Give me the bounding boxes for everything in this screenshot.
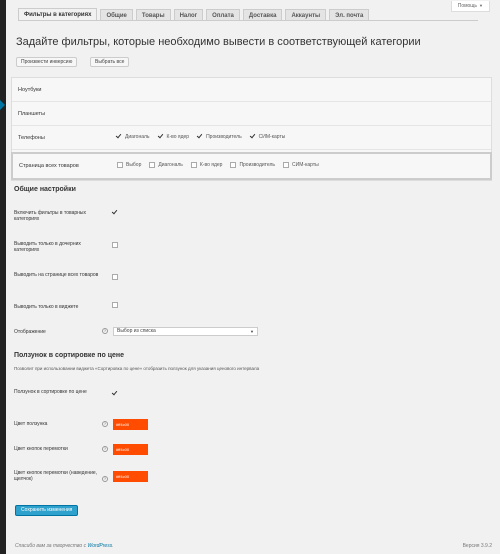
footer-suffix: . xyxy=(112,543,114,549)
footer-version: Версия 3.9.2 xyxy=(462,543,492,549)
filter-label: СИМ-карты xyxy=(292,162,319,168)
category-label: Телефоны xyxy=(18,135,45,141)
filter-option[interactable]: Производитель xyxy=(230,162,275,168)
chevron-down-icon: ▼ xyxy=(479,3,483,8)
filter-option[interactable]: СИМ-карты xyxy=(283,162,319,168)
category-row: Планшеты xyxy=(12,102,491,126)
checkbox-checked[interactable] xyxy=(158,134,164,140)
category-label: Страница всех товаров xyxy=(19,163,79,169)
wordpress-link[interactable]: WordPress xyxy=(87,543,112,549)
checkbox-unchecked[interactable] xyxy=(117,162,123,168)
checkbox-unchecked[interactable] xyxy=(230,162,237,168)
slider-enable-label: Ползунок в сортировке по цене xyxy=(14,389,87,395)
buttons-hover-color-label: Цвет кнопок перемотки (наведение, щелчок… xyxy=(14,470,98,482)
only-child-label: Выводить только в дочерних категориях xyxy=(14,241,81,253)
enable-filters-checkbox[interactable] xyxy=(112,210,118,216)
filter-option[interactable]: К-во ядер xyxy=(190,162,223,168)
general-settings-heading: Общие настройки xyxy=(14,186,76,193)
help-tab-button[interactable]: Помощь ▼ xyxy=(450,1,490,12)
only-child-checkbox[interactable] xyxy=(112,242,118,248)
help-question-icon: ? xyxy=(102,328,108,334)
filter-options: Диагональ К-во ядер Производитель СИМ-ка… xyxy=(116,134,293,140)
filter-label: Диагональ xyxy=(158,162,183,168)
save-changes-button[interactable]: Сохранить изменения xyxy=(15,505,79,516)
filter-label: Диагональ xyxy=(125,134,150,140)
slider-description: Позволит при использовании виджета «Сорт… xyxy=(14,366,260,371)
checkbox-unchecked[interactable] xyxy=(149,162,156,168)
help-label: Помощь xyxy=(457,3,478,9)
footer-credit: Спасибо вам за творчество с WordPress. xyxy=(15,543,114,549)
filter-option[interactable]: СИМ-карты xyxy=(250,134,286,140)
select-all-button[interactable]: Выбрать все xyxy=(90,57,130,67)
filter-label: Производитель xyxy=(206,134,242,140)
admin-sidebar xyxy=(0,0,6,554)
current-menu-arrow-icon xyxy=(0,100,5,110)
slider-color-picker[interactable]: #ff4c00 xyxy=(113,419,148,430)
slider-enable-checkbox[interactable] xyxy=(112,391,118,397)
buttons-hover-color-picker[interactable]: #ff4c00 xyxy=(113,471,148,482)
only-widget-checkbox[interactable] xyxy=(112,302,118,308)
chevron-down-icon: ▼ xyxy=(250,329,254,334)
filter-option[interactable]: Диагональ xyxy=(116,134,150,140)
filter-label: К-во ядер xyxy=(166,134,190,140)
display-select[interactable]: Выбор из списка ▼ xyxy=(113,327,258,336)
help-question-icon: ? xyxy=(102,421,108,427)
all-products-label: Выводить на странице всех товаров xyxy=(14,272,99,278)
display-label: Отображение xyxy=(14,329,46,335)
display-select-value: Выбор из списка xyxy=(117,328,156,334)
filter-label: СИМ-карты xyxy=(258,134,286,140)
checkbox-unchecked[interactable] xyxy=(190,162,197,168)
filter-label: Производитель xyxy=(239,162,276,168)
only-widget-label: Выводить только в виджете xyxy=(14,304,79,310)
all-products-checkbox[interactable] xyxy=(112,274,118,280)
slider-color-label: Цвет ползунка xyxy=(14,421,48,427)
buttons-color-label: Цвет кнопок перемотки xyxy=(14,446,68,452)
filter-options: Выбор Диагональ К-во ядер Производитель … xyxy=(117,162,327,168)
help-question-icon: ? xyxy=(102,446,108,452)
filter-option[interactable]: Диагональ xyxy=(149,162,183,168)
tab-divider xyxy=(18,20,478,21)
category-label: Планшеты xyxy=(18,111,46,117)
enable-filters-label: Включить фильтры в товарных категориях xyxy=(14,210,86,222)
category-row-all-products: Страница всех товаров Выбор Диагональ К-… xyxy=(11,152,492,180)
filter-option[interactable]: К-во ядер xyxy=(158,134,190,140)
filter-label: К-во ядер xyxy=(199,162,223,168)
checkbox-checked[interactable] xyxy=(197,134,203,140)
checkbox-checked[interactable] xyxy=(250,134,256,140)
category-row: Ноутбуки xyxy=(12,78,491,102)
checkbox-unchecked[interactable] xyxy=(283,162,290,168)
checkbox-checked[interactable] xyxy=(116,134,122,140)
filter-option[interactable]: Выбор xyxy=(117,162,141,168)
help-question-icon: ? xyxy=(102,476,108,482)
invert-button[interactable]: Произвести инверсию xyxy=(16,57,78,67)
buttons-color-picker[interactable]: #ff4c00 xyxy=(113,444,148,455)
filter-label: Выбор xyxy=(126,162,142,168)
filter-option[interactable]: Производитель xyxy=(197,134,242,140)
slider-heading: Ползунок в сортировке по цене xyxy=(14,352,125,359)
page-title: Задайте фильтры, которые необходимо выве… xyxy=(16,36,421,48)
category-label: Ноутбуки xyxy=(18,87,42,93)
footer-prefix: Спасибо вам за творчество с xyxy=(15,543,87,549)
category-filters-table: Ноутбуки Планшеты Телефоны Диагональ К-в… xyxy=(11,77,492,181)
category-row: Телефоны Диагональ К-во ядер Производите… xyxy=(12,126,491,150)
